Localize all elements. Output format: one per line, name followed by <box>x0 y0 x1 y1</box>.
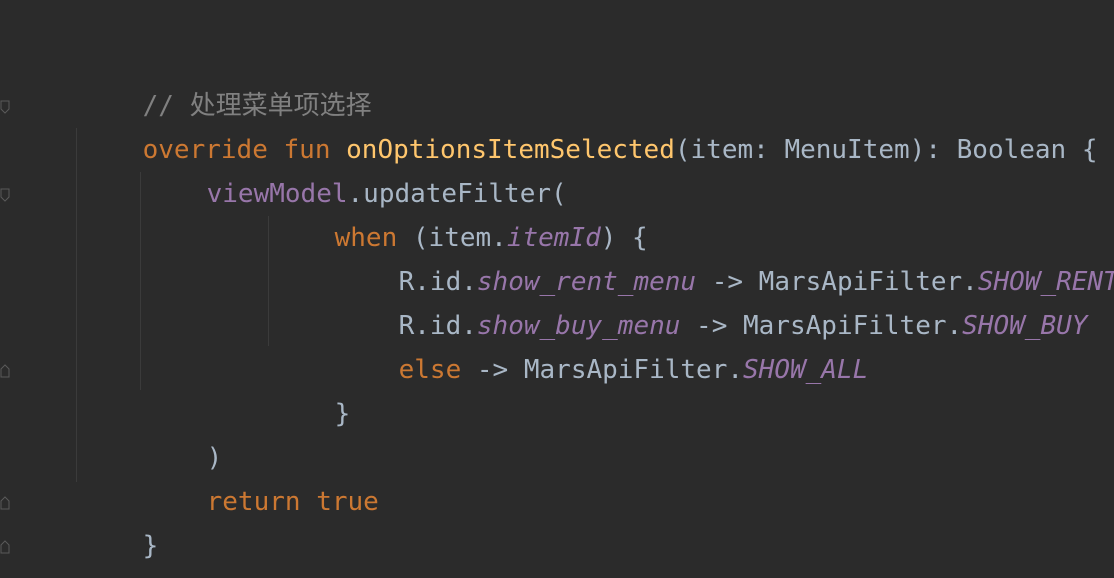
closing-brace: } <box>334 399 351 429</box>
code-line-function-signature[interactable]: override fun onOptionsItemSelected(item:… <box>80 84 1098 165</box>
closing-brace: } <box>142 531 159 561</box>
fold-marker-icon[interactable] <box>0 188 10 202</box>
indent-guide <box>76 128 77 482</box>
fold-end-marker-icon[interactable] <box>0 496 10 510</box>
editor-gutter <box>0 0 14 578</box>
code-line-comment[interactable]: // 处理菜单项选择 <box>80 40 372 121</box>
function-params: (item: MenuItem): Boolean { <box>674 135 1098 165</box>
code-line-return[interactable]: return true <box>144 436 379 517</box>
code-line-when[interactable]: when (item.itemId) { <box>272 172 648 253</box>
indent-guide <box>268 216 269 346</box>
fold-end-marker-icon[interactable] <box>0 364 10 378</box>
fold-marker-icon[interactable] <box>0 100 10 114</box>
code-line-update-filter[interactable]: viewModel.updateFilter( <box>144 128 567 209</box>
fold-end-marker-icon[interactable] <box>0 540 10 554</box>
keyword-true: true <box>316 487 379 517</box>
code-line-else-branch[interactable]: else -> MarsApiFilter.SHOW_ALL <box>336 304 869 385</box>
indent-guide <box>140 172 141 390</box>
code-line-class-close[interactable]: } <box>16 524 95 578</box>
constant-show-all: SHOW_ALL <box>743 355 869 385</box>
code-line-call-close[interactable]: ) <box>144 392 223 473</box>
code-editor[interactable]: // 处理菜单项选择 override fun onOptionsItemSel… <box>0 0 1114 578</box>
keyword-else: else <box>398 355 462 385</box>
code-line-when-close[interactable]: } <box>272 348 351 429</box>
keyword-return: return <box>206 487 301 517</box>
branch-arrow: -> MarsApiFilter. <box>461 355 744 385</box>
code-line-buy-branch[interactable]: R.id.show_buy_menu -> MarsApiFilter.SHOW… <box>336 260 1088 341</box>
code-line-function-close[interactable]: } <box>80 480 159 561</box>
constant-show-buy: SHOW_BUY <box>962 311 1088 341</box>
code-line-rent-branch[interactable]: R.id.show_rent_menu -> MarsApiFilter.SHO… <box>336 216 1114 297</box>
